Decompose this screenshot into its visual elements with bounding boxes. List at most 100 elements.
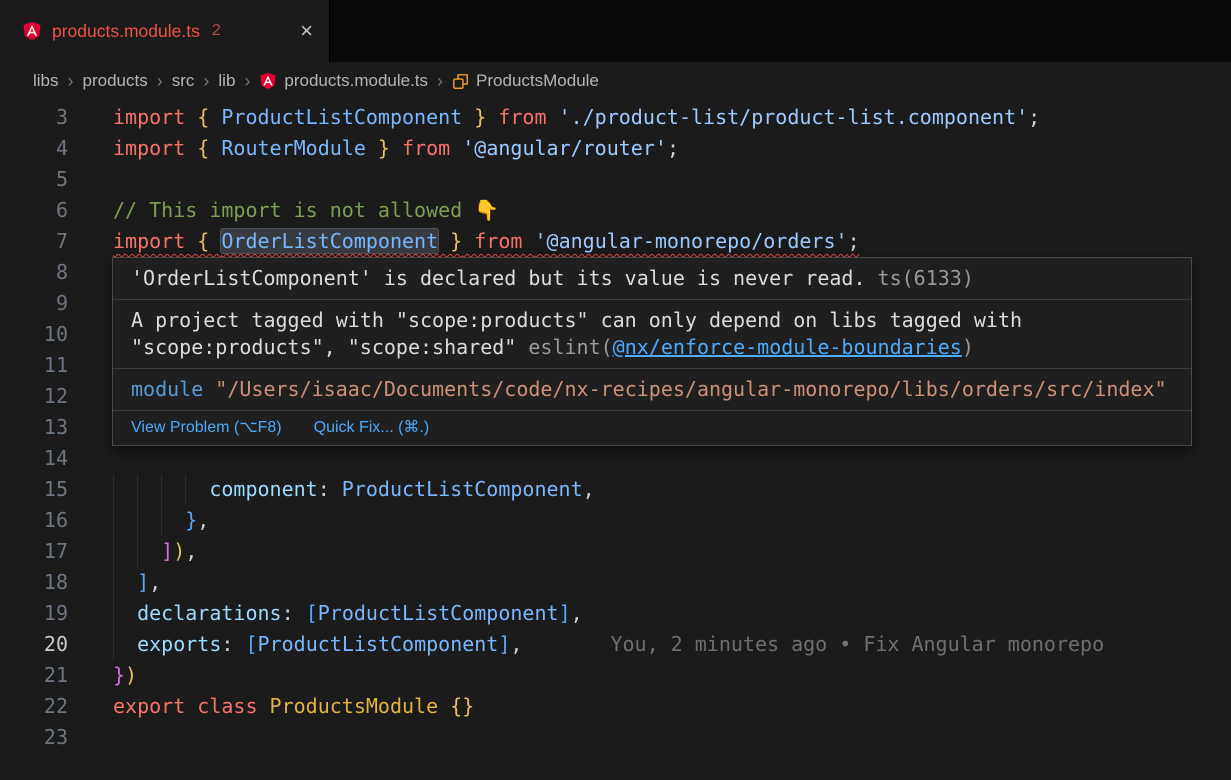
indent-guide — [185, 474, 186, 505]
line-content: import { RouterModule } from '@angular/r… — [113, 133, 1231, 164]
code-token: ] — [498, 632, 510, 656]
code-token: from — [390, 136, 462, 160]
code-token: : — [318, 477, 342, 501]
code-line-14[interactable]: 14 — [0, 443, 1231, 474]
code-line-15[interactable]: 15 component: ProductListComponent, — [0, 474, 1231, 505]
line-number[interactable]: 16 — [0, 505, 68, 536]
indent-guide — [137, 505, 138, 536]
line-content: }) — [113, 660, 1231, 691]
code-token: declarations — [137, 601, 282, 625]
code-token: } — [438, 229, 462, 253]
code-token: ProductListComponent — [258, 632, 499, 656]
code-token: , — [510, 632, 522, 656]
breadcrumb-separator: › — [437, 71, 443, 92]
line-number[interactable]: 14 — [0, 443, 68, 474]
breadcrumb-symbol-label: ProductsModule — [476, 71, 599, 91]
line-content: declarations: [ProductListComponent], — [113, 598, 1231, 629]
code-line-21[interactable]: 21}) — [0, 660, 1231, 691]
line-number[interactable]: 5 — [0, 164, 68, 195]
code-token: exports — [137, 632, 221, 656]
code-token: , — [197, 508, 209, 532]
tab-bar: products.module.ts 2 × — [0, 0, 1231, 62]
line-number[interactable]: 10 — [0, 319, 68, 350]
line-content: ]), — [113, 536, 1231, 567]
code-token: } — [366, 136, 390, 160]
breadcrumb-file[interactable]: products.module.ts — [259, 71, 428, 91]
code-line-23[interactable]: 23 — [0, 722, 1231, 753]
line-number[interactable]: 3 — [0, 102, 68, 133]
breadcrumb-symbol[interactable]: ProductsModule — [452, 71, 599, 91]
line-number[interactable]: 22 — [0, 691, 68, 722]
code-token: ProductListComponent — [221, 105, 462, 129]
code-token: } — [113, 663, 125, 687]
code-line-6[interactable]: 6 // This import is not allowed 👇 — [0, 195, 1231, 226]
line-number[interactable]: 23 — [0, 722, 68, 753]
breadcrumb-folder-products[interactable]: products — [83, 71, 148, 91]
hover-text — [203, 377, 215, 401]
code-token — [113, 601, 137, 625]
code-line-3[interactable]: 3import { ProductListComponent } from '.… — [0, 102, 1231, 133]
hover-text: 'OrderListComponent' is declared but its… — [131, 266, 866, 290]
close-icon[interactable]: × — [300, 20, 313, 42]
tab-products-module[interactable]: products.module.ts 2 × — [0, 0, 330, 62]
line-number[interactable]: 18 — [0, 567, 68, 598]
view-problem-action[interactable]: View Problem (⌥F8) — [131, 418, 282, 438]
hover-text: ) — [962, 335, 974, 359]
line-number[interactable]: 20 — [0, 629, 68, 660]
line-number[interactable]: 9 — [0, 288, 68, 319]
breadcrumb-folder-src[interactable]: src — [172, 71, 195, 91]
code-token: : — [282, 601, 306, 625]
code-token: ProductListComponent — [318, 601, 559, 625]
line-number[interactable]: 17 — [0, 536, 68, 567]
breadcrumb-separator: › — [68, 71, 74, 92]
code-token: ; — [667, 136, 679, 160]
line-content — [113, 722, 1231, 753]
line-number[interactable]: 8 — [0, 257, 68, 288]
indent-guide — [113, 505, 114, 536]
code-line-18[interactable]: 18 ], — [0, 567, 1231, 598]
line-content — [113, 443, 1231, 474]
code-line-5[interactable]: 5 — [0, 164, 1231, 195]
line-number[interactable]: 4 — [0, 133, 68, 164]
code-line-19[interactable]: 19 declarations: [ProductListComponent], — [0, 598, 1231, 629]
quick-fix-action[interactable]: Quick Fix... (⌘.) — [314, 418, 430, 438]
breadcrumb-folder-lib[interactable]: lib — [218, 71, 235, 91]
line-number[interactable]: 21 — [0, 660, 68, 691]
line-number[interactable]: 7 — [0, 226, 68, 257]
hover-text: eslint( — [528, 335, 612, 359]
breadcrumb-file-label: products.module.ts — [284, 71, 428, 91]
code-token: RouterModule — [221, 136, 366, 160]
code-token — [113, 632, 137, 656]
code-line-17[interactable]: 17 ]), — [0, 536, 1231, 567]
line-content: // This import is not allowed 👇 — [113, 195, 1231, 226]
line-number[interactable]: 13 — [0, 412, 68, 443]
code-line-20[interactable]: 20 exports: [ProductListComponent],You, … — [0, 629, 1231, 660]
line-number[interactable]: 15 — [0, 474, 68, 505]
code-line-16[interactable]: 16 }, — [0, 505, 1231, 536]
line-number[interactable]: 6 — [0, 195, 68, 226]
code-line-7[interactable]: 7import { OrderListComponent } from '@an… — [0, 226, 1231, 257]
hover-status-bar: View Problem (⌥F8) Quick Fix... (⌘.) — [113, 410, 1191, 445]
line-content — [113, 164, 1231, 195]
tab-problems-count: 2 — [212, 22, 221, 40]
code-token: ) — [125, 663, 137, 687]
line-number[interactable]: 11 — [0, 350, 68, 381]
code-token — [113, 508, 185, 532]
code-editor[interactable]: 3import { ProductListComponent } from '.… — [0, 100, 1231, 780]
code-line-22[interactable]: 22export class ProductsModule {} — [0, 691, 1231, 722]
line-content: ], — [113, 567, 1231, 598]
vscode-window: products.module.ts 2 × libs › products › src… — [0, 0, 1231, 780]
code-line-4[interactable]: 4 import { RouterModule } from '@angular/… — [0, 133, 1231, 164]
indent-guide — [161, 505, 162, 536]
line-number[interactable]: 12 — [0, 381, 68, 412]
code-token: ) — [173, 539, 185, 563]
indent-guide — [113, 567, 114, 598]
eslint-rule-link[interactable]: @nx/enforce-module-boundaries — [613, 335, 962, 359]
breadcrumb-separator: › — [244, 71, 250, 92]
line-number[interactable]: 19 — [0, 598, 68, 629]
code-token: { — [197, 229, 221, 253]
git-blame-annotation: You, 2 minutes ago • Fix Angular monorep… — [610, 632, 1104, 656]
code-token: ; — [848, 229, 860, 253]
code-token: import — [113, 105, 197, 129]
breadcrumb-folder-libs[interactable]: libs — [33, 71, 59, 91]
